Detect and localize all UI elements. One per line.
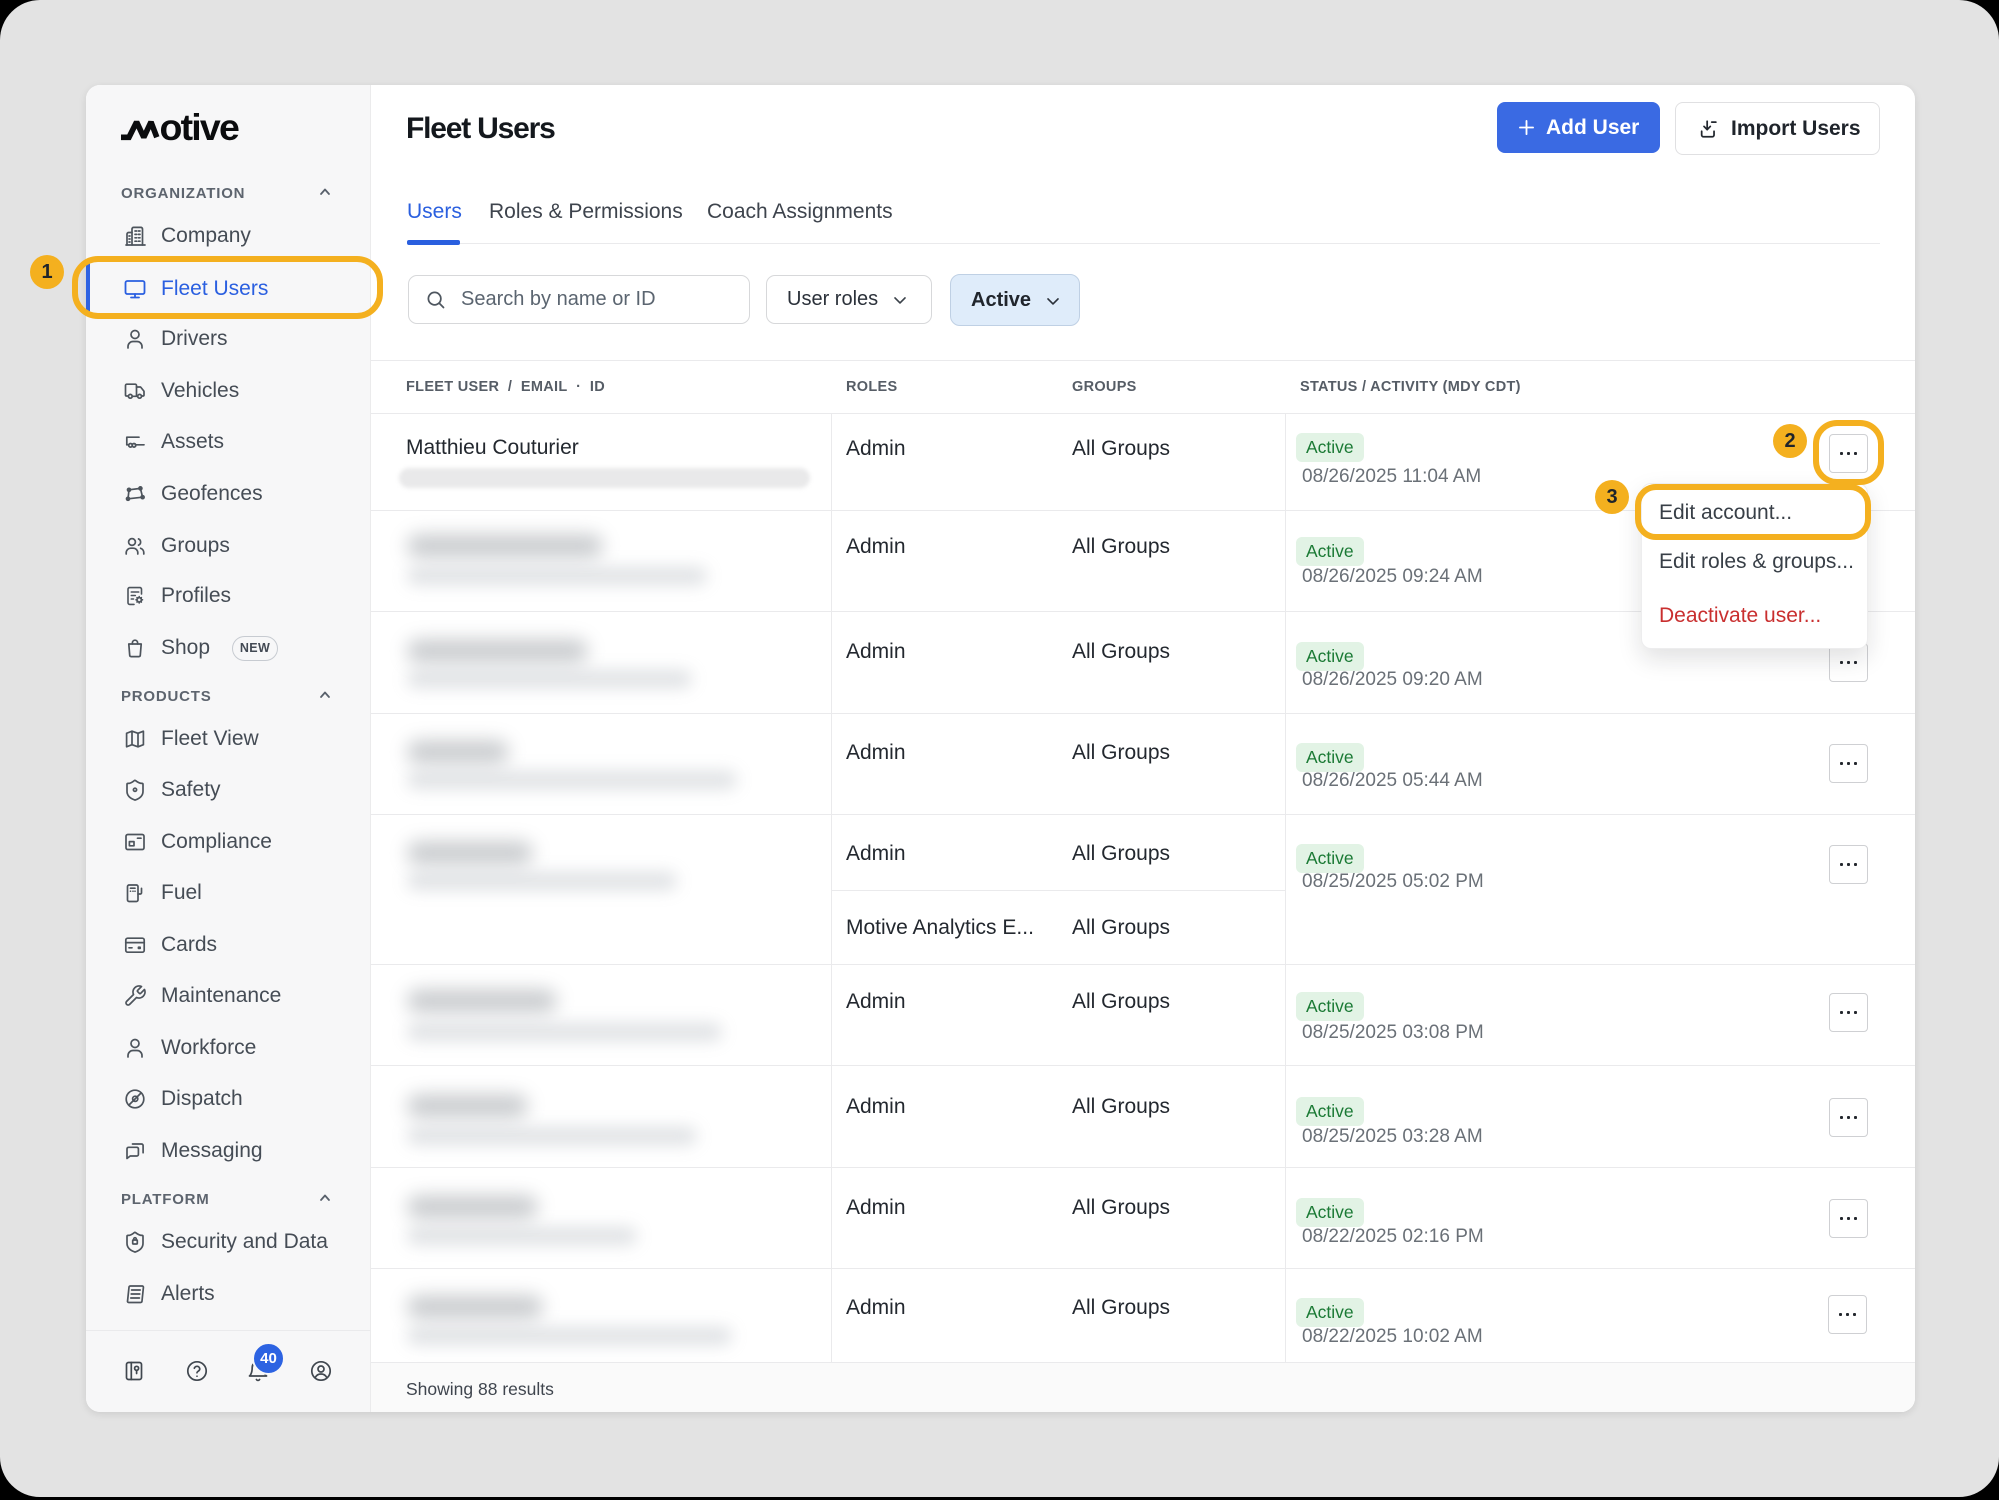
svg-text:otive: otive [160, 106, 239, 148]
